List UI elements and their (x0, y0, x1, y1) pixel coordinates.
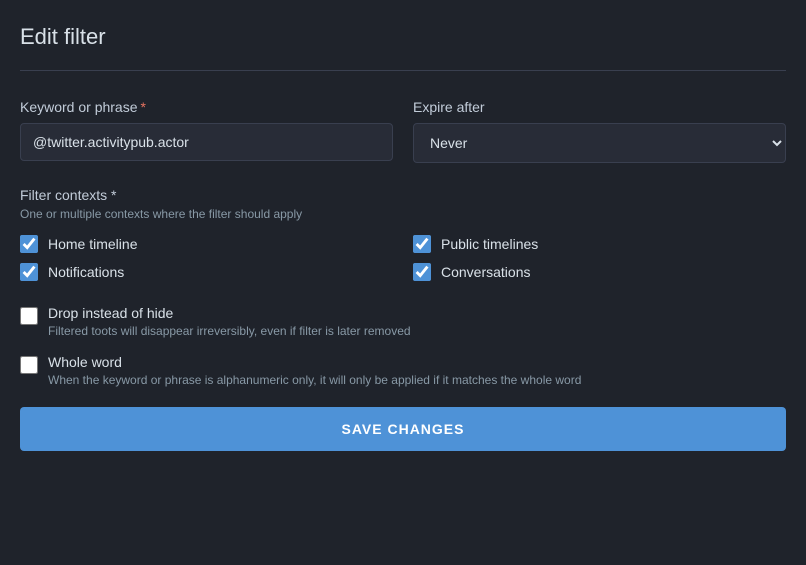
expire-group: Expire after Never 30 minutes 1 hour 6 h… (413, 99, 786, 163)
checkbox-item-home-timeline: Home timeline (20, 235, 393, 253)
conversations-checkbox[interactable] (413, 263, 431, 281)
public-timelines-checkbox[interactable] (413, 235, 431, 253)
whole-word-row: Whole word When the keyword or phrase is… (20, 354, 786, 387)
checkboxes-grid: Home timeline Public timelines Notificat… (20, 235, 786, 281)
keyword-group: Keyword or phrase* (20, 99, 393, 163)
checkbox-item-conversations: Conversations (413, 263, 786, 281)
save-changes-button[interactable]: SAVE CHANGES (20, 407, 786, 451)
whole-word-text: Whole word When the keyword or phrase is… (48, 354, 581, 387)
notifications-checkbox[interactable] (20, 263, 38, 281)
keyword-input[interactable] (20, 123, 393, 161)
drop-instead-of-hide-label[interactable]: Drop instead of hide (48, 305, 411, 321)
drop-instead-of-hide-checkbox[interactable] (20, 307, 38, 325)
divider (20, 70, 786, 71)
drop-instead-of-hide-hint: Filtered toots will disappear irreversib… (48, 324, 411, 338)
page-title: Edit filter (20, 24, 786, 50)
form-row-top: Keyword or phrase* Expire after Never 30… (20, 99, 786, 163)
drop-instead-of-hide-row: Drop instead of hide Filtered toots will… (20, 305, 786, 338)
whole-word-hint: When the keyword or phrase is alphanumer… (48, 373, 581, 387)
keyword-label: Keyword or phrase* (20, 99, 393, 115)
home-timeline-checkbox[interactable] (20, 235, 38, 253)
filter-contexts-label: Filter contexts * (20, 187, 786, 203)
drop-instead-of-hide-text: Drop instead of hide Filtered toots will… (48, 305, 411, 338)
public-timelines-label[interactable]: Public timelines (441, 236, 538, 252)
expire-select[interactable]: Never 30 minutes 1 hour 6 hours 12 hours… (413, 123, 786, 163)
filter-contexts-hint: One or multiple contexts where the filte… (20, 207, 786, 221)
whole-word-checkbox[interactable] (20, 356, 38, 374)
home-timeline-label[interactable]: Home timeline (48, 236, 137, 252)
conversations-label[interactable]: Conversations (441, 264, 531, 280)
page-container: Edit filter Keyword or phrase* Expire af… (0, 0, 806, 471)
filter-contexts-section: Filter contexts * One or multiple contex… (20, 187, 786, 281)
checkbox-item-notifications: Notifications (20, 263, 393, 281)
notifications-label[interactable]: Notifications (48, 264, 124, 280)
options-section: Drop instead of hide Filtered toots will… (20, 305, 786, 387)
checkbox-item-public-timelines: Public timelines (413, 235, 786, 253)
required-star: * (141, 99, 146, 115)
filter-contexts-required-star: * (107, 187, 116, 203)
whole-word-label[interactable]: Whole word (48, 354, 581, 370)
expire-label: Expire after (413, 99, 786, 115)
